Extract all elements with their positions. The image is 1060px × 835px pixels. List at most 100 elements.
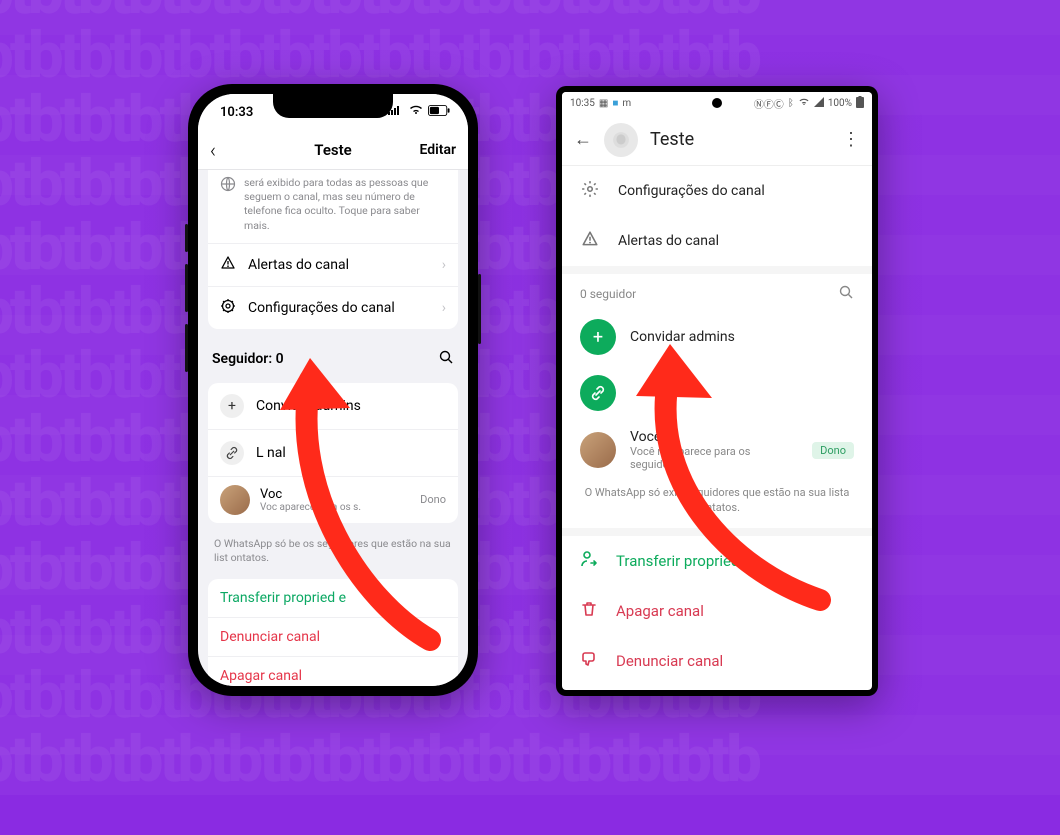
- report-channel-label: Denunciar canal: [616, 652, 723, 670]
- member-subtext: Voc aparece para os s.: [260, 502, 361, 513]
- status-time: 10:33: [220, 105, 253, 120]
- link-icon: [580, 375, 616, 411]
- transfer-ownership-row[interactable]: Transferir propried e: [208, 579, 458, 617]
- divider: [562, 528, 872, 536]
- status-indicator-icon: ▦: [599, 98, 608, 109]
- back-button[interactable]: ←: [574, 129, 592, 150]
- member-name: Você: [630, 429, 798, 445]
- report-channel-label: Denunciar canal: [220, 629, 320, 645]
- search-button[interactable]: [438, 349, 454, 369]
- link-icon: [220, 441, 244, 465]
- report-channel-row[interactable]: Denunciar canal: [562, 636, 872, 686]
- ios-navbar: ‹ Teste Editar: [198, 130, 468, 170]
- iphone-frame: 10:33 ‹ Teste Editar: [188, 84, 478, 696]
- channel-alerts-label: Alertas do canal: [248, 257, 349, 273]
- followers-note: O WhatsApp só be os seguidores que estão…: [198, 531, 468, 571]
- delete-channel-row[interactable]: Apagar canal: [562, 586, 872, 636]
- member-subtext: Você nã aparece para os seguidores.: [630, 445, 798, 471]
- delete-channel-label: Apagar canal: [220, 668, 302, 684]
- invite-admins-row[interactable]: + Convidar admins: [562, 309, 872, 365]
- search-button[interactable]: [838, 284, 854, 303]
- android-screen: 10:35 ▦ ■ m ⓃⒻⒸ ᛒ 100% ←: [562, 92, 872, 690]
- channel-alerts-row[interactable]: Alertas do canal ›: [208, 243, 458, 286]
- transfer-ownership-label: Transferir propried e: [220, 590, 346, 606]
- alert-icon: [580, 230, 600, 252]
- followers-count: Seguidor: 0: [212, 351, 284, 367]
- plus-icon: +: [580, 319, 616, 355]
- gear-icon: [580, 180, 600, 202]
- channel-alerts-row[interactable]: Alertas do canal: [562, 216, 872, 266]
- bluetooth-icon: ᛒ: [788, 98, 794, 109]
- transfer-ownership-row[interactable]: Transferir proprieda e: [562, 536, 872, 586]
- status-indicator-icon: ■: [612, 98, 618, 109]
- channel-settings-row[interactable]: Configurações do canal: [562, 166, 872, 216]
- channel-privacy-info[interactable]: será exibido para todas as pessoas que s…: [208, 170, 458, 243]
- background: [0, 0, 1060, 795]
- member-name: Voc: [260, 487, 361, 502]
- back-button[interactable]: ‹: [210, 138, 216, 162]
- channel-avatar[interactable]: [604, 123, 638, 157]
- channel-link-row[interactable]: L nal: [208, 429, 458, 476]
- transfer-ownership-label: Transferir proprieda e: [616, 552, 759, 570]
- chevron-right-icon: ›: [442, 257, 446, 273]
- invite-admins-row[interactable]: + Convidar admins: [208, 383, 458, 429]
- channel-link-label: [630, 385, 633, 401]
- iphone-side-button: [478, 274, 481, 344]
- page-title: Teste: [314, 141, 351, 159]
- followers-count: 0 seguidor: [580, 287, 636, 301]
- channel-settings-row[interactable]: Configurações do canal ›: [208, 286, 458, 329]
- member-row-you[interactable]: Você Você nã aparece para os seguidores.…: [562, 421, 872, 479]
- status-indicator-icon: m: [622, 98, 631, 109]
- owner-tag: Dono: [420, 493, 446, 506]
- channel-settings-label: Configurações do canal: [618, 183, 765, 199]
- android-frame: 10:35 ▦ ■ m ⓃⒻⒸ ᛒ 100% ←: [556, 86, 878, 696]
- channel-link-row[interactable]: [562, 365, 872, 421]
- iphone-side-button: [185, 264, 188, 312]
- divider: [562, 266, 872, 274]
- info-card: será exibido para todas as pessoas que s…: [208, 170, 458, 329]
- edit-button[interactable]: Editar: [419, 142, 456, 158]
- gear-icon: [220, 298, 236, 318]
- wifi-icon: [408, 102, 424, 122]
- thumbs-down-icon: [580, 650, 598, 672]
- globe-icon: [220, 176, 236, 233]
- wifi-icon: [798, 97, 810, 110]
- chevron-right-icon: ›: [442, 300, 446, 316]
- followers-header: Seguidor: 0: [198, 337, 468, 375]
- invite-admins-label: Convidar admins: [256, 398, 361, 414]
- battery-icon: [428, 105, 450, 120]
- alert-icon: [220, 255, 236, 275]
- channel-settings-label: Configurações do canal: [248, 300, 395, 316]
- more-options-button[interactable]: ⋮: [842, 129, 860, 150]
- nfc-icon: ⓃⒻⒸ: [754, 96, 784, 111]
- battery-icon: [856, 96, 864, 111]
- followers-note: O WhatsApp só exib seguidores que estão …: [562, 479, 872, 528]
- delete-channel-row[interactable]: Apagar canal: [208, 656, 458, 686]
- member-row-you[interactable]: Voc Voc aparece para os s. Dono: [208, 476, 458, 523]
- status-time: 10:35: [570, 98, 595, 109]
- plus-icon: +: [220, 394, 244, 418]
- iphone-screen: 10:33 ‹ Teste Editar: [198, 94, 468, 686]
- iphone-side-button: [185, 324, 188, 372]
- avatar: [580, 432, 616, 468]
- channel-link-label: L nal: [256, 445, 286, 461]
- avatar: [220, 485, 250, 515]
- followers-card: + Convidar admins L nal Voc Voc aparece …: [208, 383, 458, 523]
- actions-card: Transferir propried e Denunciar canal Ap…: [208, 579, 458, 686]
- iphone-notch: [273, 94, 393, 118]
- iphone-side-button: [185, 224, 188, 252]
- page-title: Teste: [650, 129, 694, 150]
- signal-icon: [814, 97, 824, 110]
- report-channel-row[interactable]: Denunciar canal: [208, 617, 458, 656]
- android-punchhole: [712, 98, 722, 108]
- followers-header: 0 seguidor: [562, 274, 872, 309]
- person-transfer-icon: [580, 550, 598, 572]
- info-text: será exibido para todas as pessoas que s…: [244, 176, 446, 233]
- invite-admins-label: Convidar admins: [630, 329, 735, 345]
- android-toolbar: ← Teste ⋮: [562, 114, 872, 166]
- trash-icon: [580, 600, 598, 622]
- delete-channel-label: Apagar canal: [616, 602, 704, 620]
- channel-alerts-label: Alertas do canal: [618, 233, 719, 249]
- owner-badge: Dono: [812, 442, 854, 459]
- battery-text: 100%: [828, 98, 852, 109]
